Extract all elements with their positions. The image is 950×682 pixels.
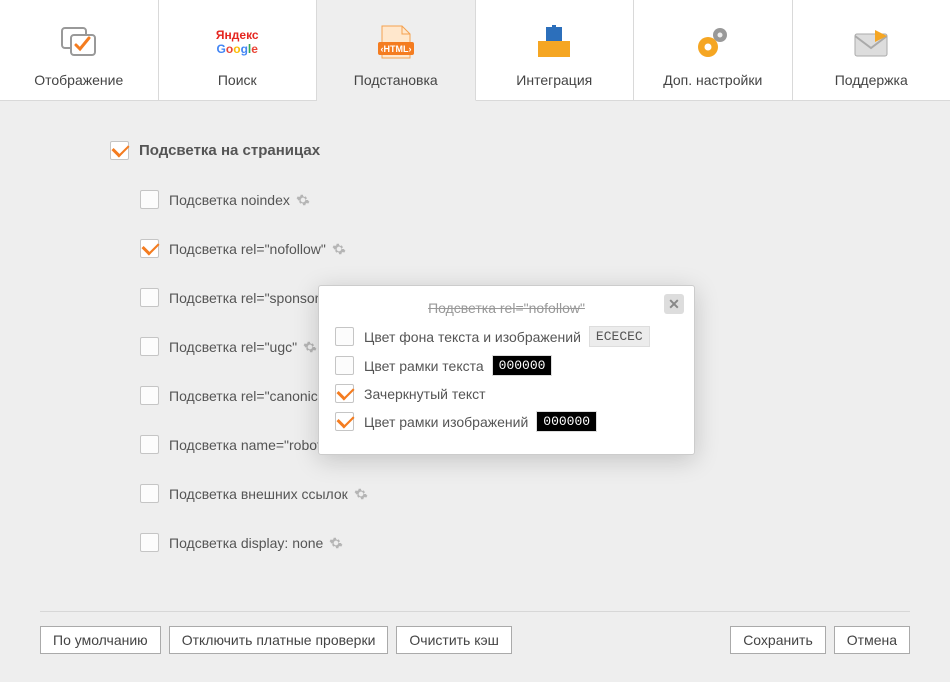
tab-label: Поиск — [218, 72, 257, 88]
popup-label: Зачеркнутый текст — [364, 386, 486, 402]
tab-substitution[interactable]: ‹HTML› Подстановка — [317, 0, 476, 101]
clear-cache-button[interactable]: Очистить кэш — [396, 626, 512, 654]
gears-icon — [693, 22, 733, 62]
popup-label: Цвет рамки изображений — [364, 414, 528, 430]
popup-title: Подсветка rel="nofollow" — [335, 300, 678, 316]
tab-label: Интеграция — [516, 72, 592, 88]
nofollow-settings-popup: ✕ Подсветка rel="nofollow" Цвет фона тек… — [318, 285, 695, 455]
tab-support[interactable]: Поддержка — [793, 0, 950, 100]
app-window: Отображение Яндекс Google Поиск ‹HTML› П… — [0, 0, 950, 681]
display-icon — [59, 22, 99, 62]
tab-display[interactable]: Отображение — [0, 0, 159, 100]
close-icon[interactable]: ✕ — [664, 294, 684, 314]
option-checkbox[interactable] — [140, 190, 159, 209]
section-title: Подсветка на страницах — [139, 142, 320, 159]
option-checkbox[interactable] — [140, 386, 159, 405]
popup-label: Цвет фона текста и изображений — [364, 329, 581, 345]
settings-panel: Подсветка на страницах Подсветка noindex… — [0, 101, 950, 682]
tab-label: Доп. настройки — [663, 72, 762, 88]
option-row: Подсветка display: none — [140, 533, 910, 552]
color-swatch-img-border[interactable]: 000000 — [536, 411, 597, 432]
gear-icon[interactable] — [329, 536, 343, 550]
search-icon: Яндекс Google — [216, 22, 259, 62]
option-label: Подсветка внешних ссылок — [169, 486, 348, 502]
option-label: Подсветка rel="sponsored" — [169, 290, 340, 306]
gear-icon[interactable] — [303, 340, 317, 354]
option-label: Подсветка rel="canonical" — [169, 388, 334, 404]
option-checkbox[interactable] — [140, 288, 159, 307]
svg-text:‹HTML›: ‹HTML› — [380, 44, 411, 54]
popup-strike-checkbox[interactable] — [335, 384, 354, 403]
option-label: Подсветка name="robots" — [169, 437, 333, 453]
section-heading: Подсветка на страницах — [110, 141, 910, 160]
option-row: Подсветка noindex — [140, 190, 910, 209]
option-checkbox[interactable] — [140, 337, 159, 356]
option-checkbox[interactable] — [140, 533, 159, 552]
puzzle-icon — [536, 22, 572, 62]
option-label: Подсветка display: none — [169, 535, 323, 551]
color-swatch-text-border[interactable]: 000000 — [492, 355, 553, 376]
option-checkbox[interactable] — [140, 435, 159, 454]
tab-search[interactable]: Яндекс Google Поиск — [159, 0, 318, 100]
tab-advanced[interactable]: Доп. настройки — [634, 0, 793, 100]
popup-img-border-checkbox[interactable] — [335, 412, 354, 431]
tab-bar: Отображение Яндекс Google Поиск ‹HTML› П… — [0, 0, 950, 101]
popup-label: Цвет рамки текста — [364, 358, 484, 374]
tab-integration[interactable]: Интеграция — [476, 0, 635, 100]
tab-label: Отображение — [34, 72, 123, 88]
gear-icon[interactable] — [296, 193, 310, 207]
footer-bar: По умолчанию Отключить платные проверки … — [40, 611, 910, 654]
option-label: Подсветка noindex — [169, 192, 290, 208]
gear-icon[interactable] — [354, 487, 368, 501]
option-label: Подсветка rel="ugc" — [169, 339, 297, 355]
mail-icon — [851, 22, 891, 62]
option-checkbox[interactable] — [140, 239, 159, 258]
save-button[interactable]: Сохранить — [730, 626, 826, 654]
tab-label: Подстановка — [354, 72, 438, 88]
option-label: Подсветка rel="nofollow" — [169, 241, 326, 257]
color-swatch-bg[interactable]: ECECEC — [589, 326, 650, 347]
gear-icon[interactable] — [332, 242, 346, 256]
cancel-button[interactable]: Отмена — [834, 626, 910, 654]
section-checkbox[interactable] — [110, 141, 129, 160]
html-icon: ‹HTML› — [374, 22, 418, 62]
popup-text-border-checkbox[interactable] — [335, 356, 354, 375]
option-row: Подсветка rel="nofollow" — [140, 239, 910, 258]
defaults-button[interactable]: По умолчанию — [40, 626, 161, 654]
option-checkbox[interactable] — [140, 484, 159, 503]
disable-paid-button[interactable]: Отключить платные проверки — [169, 626, 389, 654]
popup-bg-checkbox[interactable] — [335, 327, 354, 346]
option-row: Подсветка внешних ссылок — [140, 484, 910, 503]
tab-label: Поддержка — [835, 72, 908, 88]
